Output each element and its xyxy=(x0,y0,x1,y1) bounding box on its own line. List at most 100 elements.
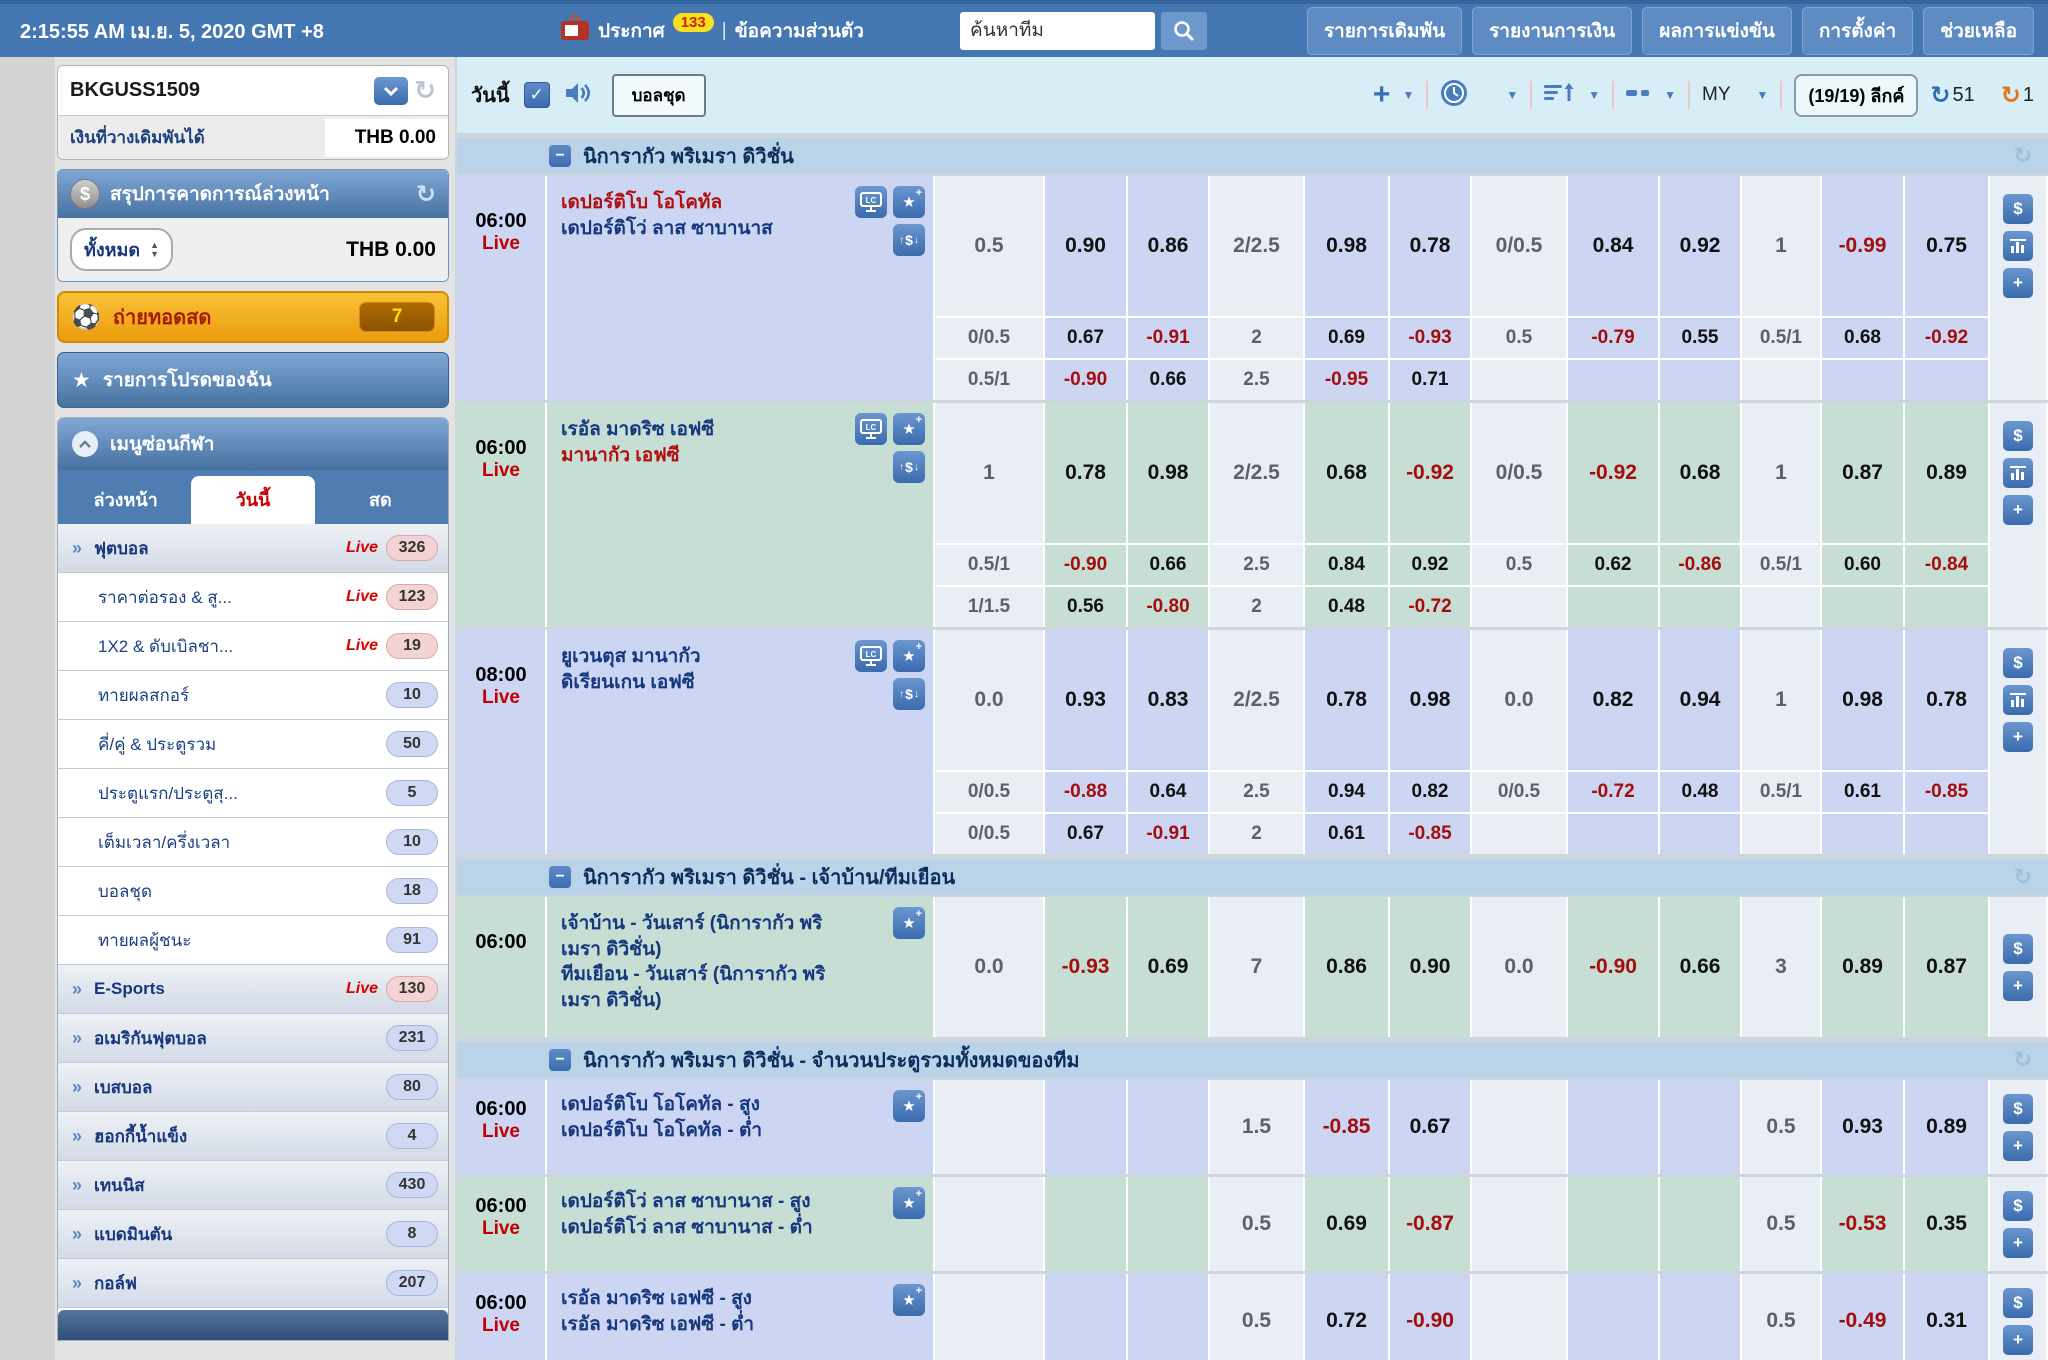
odds-value[interactable]: -0.99 xyxy=(1822,176,1903,316)
handicap-value[interactable]: 1 xyxy=(1742,403,1820,543)
league-filter-button[interactable]: (19/19) ลีกค์ xyxy=(1794,74,1918,117)
fav-add-icon[interactable]: ★+ xyxy=(893,186,925,218)
forecast-refresh-icon[interactable]: ↻ xyxy=(416,180,436,209)
odds-value[interactable]: -0.93 xyxy=(1045,897,1126,1037)
search-button[interactable] xyxy=(1161,12,1207,50)
add-bet-button[interactable]: + xyxy=(2003,495,2033,525)
handicap-value[interactable]: 0.5 xyxy=(1742,1080,1820,1174)
odds-value[interactable]: 0.98 xyxy=(1822,630,1903,770)
odds-value[interactable]: -0.72 xyxy=(1390,587,1470,627)
team-name[interactable]: เรอัล มาดริซ เอฟซี xyxy=(561,417,841,443)
time-filter-icon[interactable] xyxy=(1440,79,1468,112)
odds-value[interactable]: 0.82 xyxy=(1568,630,1658,770)
odds-type-caret[interactable]: ▼ xyxy=(1757,88,1769,102)
league-refresh-icon[interactable]: ↻ xyxy=(2014,143,2048,169)
odds-value[interactable]: -0.92 xyxy=(1905,318,1988,358)
odds-value[interactable]: 0.86 xyxy=(1128,176,1208,316)
time-filter-caret[interactable]: ▼ xyxy=(1506,88,1518,102)
odds-value[interactable]: -0.92 xyxy=(1390,403,1470,543)
odds-value[interactable]: 0.93 xyxy=(1045,630,1126,770)
sidebar-item[interactable]: ราคาต่อรอง & สู...Live123 xyxy=(58,573,448,622)
odds-value[interactable]: 0.68 xyxy=(1660,403,1740,543)
odds-value[interactable]: 0.72 xyxy=(1305,1274,1388,1360)
collapse-icon[interactable]: − xyxy=(549,866,571,888)
sort-icon[interactable] xyxy=(1544,81,1576,110)
odds-value[interactable]: -0.86 xyxy=(1660,545,1740,585)
stats-button[interactable] xyxy=(2003,685,2033,715)
handicap-value[interactable]: 0.5/1 xyxy=(935,545,1043,585)
tab-สด[interactable]: สด xyxy=(319,476,442,524)
handicap-value[interactable]: 1 xyxy=(1742,630,1820,770)
odds-value[interactable]: 0.94 xyxy=(1660,630,1740,770)
team-name[interactable]: เดปอร์ติโบ โอโคทัล - ต่ำ xyxy=(561,1118,841,1144)
handicap-value[interactable]: 2.5 xyxy=(1210,545,1303,585)
fav-add-icon[interactable]: ★+ xyxy=(893,1090,925,1122)
odds-value[interactable]: -0.91 xyxy=(1128,318,1208,358)
display-mode-caret[interactable]: ▼ xyxy=(1664,88,1676,102)
odds-value[interactable]: -0.79 xyxy=(1568,318,1658,358)
handicap-value[interactable]: 0/0.5 xyxy=(935,772,1043,812)
odds-value[interactable]: 0.68 xyxy=(1822,318,1903,358)
sidebar-item[interactable]: ทายผลสกอร์10 xyxy=(58,671,448,720)
sidebar-item[interactable]: »แบดมินตัน8 xyxy=(58,1210,448,1259)
odds-value[interactable]: -0.87 xyxy=(1390,1177,1470,1271)
odds-value[interactable]: 0.78 xyxy=(1045,403,1126,543)
search-input[interactable] xyxy=(960,12,1155,50)
odds-value[interactable]: 0.90 xyxy=(1045,176,1126,316)
odds-value[interactable]: 0.98 xyxy=(1305,176,1388,316)
odds-value[interactable]: -0.49 xyxy=(1822,1274,1903,1360)
sports-menu-header[interactable]: เมนูซ่อนกีฬา xyxy=(58,418,448,470)
sidebar-item[interactable]: »กอล์ฟ207 xyxy=(58,1259,448,1308)
sidebar-item[interactable]: »อเมริกันฟุตบอล231 xyxy=(58,1014,448,1063)
handicap-value[interactable]: 1.5 xyxy=(1210,1080,1303,1174)
handicap-value[interactable]: 0.0 xyxy=(935,630,1043,770)
bet-money-button[interactable]: $ xyxy=(2003,934,2033,964)
nav-button-ช่วยเหลือ[interactable]: ช่วยเหลือ xyxy=(1923,7,2034,55)
handicap-value[interactable]: 0.0 xyxy=(1472,630,1566,770)
sidebar-item[interactable]: คี่/คู่ & ประตูรวม50 xyxy=(58,720,448,769)
handicap-value[interactable]: 0/0.5 xyxy=(1472,772,1566,812)
nav-button-รายงานการเงิน[interactable]: รายงานการเงิน xyxy=(1472,7,1632,55)
odds-value[interactable]: 0.89 xyxy=(1905,1080,1988,1174)
fav-add-icon[interactable]: ★+ xyxy=(893,907,925,939)
team-name[interactable]: เดปอร์ติโบ โอโคทัล - สูง xyxy=(561,1092,841,1118)
forecast-filter-select[interactable]: ทั้งหมด ▲▼ xyxy=(70,228,173,271)
odds-value[interactable]: -0.92 xyxy=(1568,403,1658,543)
handicap-value[interactable]: 0.5 xyxy=(1210,1274,1303,1360)
fav-add-icon[interactable]: ★+ xyxy=(893,413,925,445)
favorites-bar[interactable]: ★ รายการโปรดของฉัน xyxy=(57,352,449,408)
odds-value[interactable]: -0.84 xyxy=(1905,545,1988,585)
tv-icon[interactable] xyxy=(560,14,590,47)
odds-value[interactable]: -0.80 xyxy=(1128,587,1208,627)
announcements-link[interactable]: ประกาศ xyxy=(598,16,665,46)
sidebar-item[interactable]: »ฟุตบอลLive326 xyxy=(58,524,448,573)
bet-money-button[interactable]: $ xyxy=(2003,421,2033,451)
fav-add-icon[interactable]: ★+ xyxy=(893,1284,925,1316)
handicap-value[interactable]: 1/1.5 xyxy=(935,587,1043,627)
handicap-value[interactable]: 3 xyxy=(1742,897,1820,1037)
live-tv-icon[interactable]: LC xyxy=(855,640,887,672)
odds-value[interactable]: 0.75 xyxy=(1905,176,1988,316)
sidebar-item[interactable]: »เบสบอล80 xyxy=(58,1063,448,1112)
odds-value[interactable]: 0.66 xyxy=(1660,897,1740,1037)
team-name[interactable]: เดปอร์ติโว่ ลาส ซาบานาส - สูง xyxy=(561,1189,841,1215)
personal-message-link[interactable]: ข้อความส่วนตัว xyxy=(735,16,864,46)
add-bet-button[interactable]: + xyxy=(2003,1228,2033,1258)
odds-value[interactable]: -0.85 xyxy=(1305,1080,1388,1174)
team-name[interactable]: เดปอร์ติโว่ ลาส ซาบานาส xyxy=(561,216,841,242)
odds-value[interactable]: 0.56 xyxy=(1045,587,1126,627)
add-bet-button[interactable]: + xyxy=(2003,722,2033,752)
odds-value[interactable]: 0.69 xyxy=(1128,897,1208,1037)
handicap-value[interactable]: 0.5 xyxy=(1210,1177,1303,1271)
odds-value[interactable]: -0.95 xyxy=(1305,360,1388,400)
add-market-caret[interactable]: ▼ xyxy=(1402,88,1414,102)
nav-button-ผลการแข่งขัน[interactable]: ผลการแข่งขัน xyxy=(1642,7,1792,55)
handicap-value[interactable]: 0.5/1 xyxy=(1742,318,1820,358)
team-name[interactable]: ทีมเยือน - วันเสาร์ (นิการากัว พริเมรา ด… xyxy=(561,962,841,1013)
odds-value[interactable]: 0.78 xyxy=(1305,630,1388,770)
odds-value[interactable]: -0.91 xyxy=(1128,814,1208,854)
handicap-value[interactable]: 0/0.5 xyxy=(935,814,1043,854)
team-name[interactable]: เรอัล มาดริซ เอฟซี - สูง xyxy=(561,1286,841,1312)
add-bet-button[interactable]: + xyxy=(2003,1325,2033,1355)
handicap-value[interactable]: 0/0.5 xyxy=(935,318,1043,358)
